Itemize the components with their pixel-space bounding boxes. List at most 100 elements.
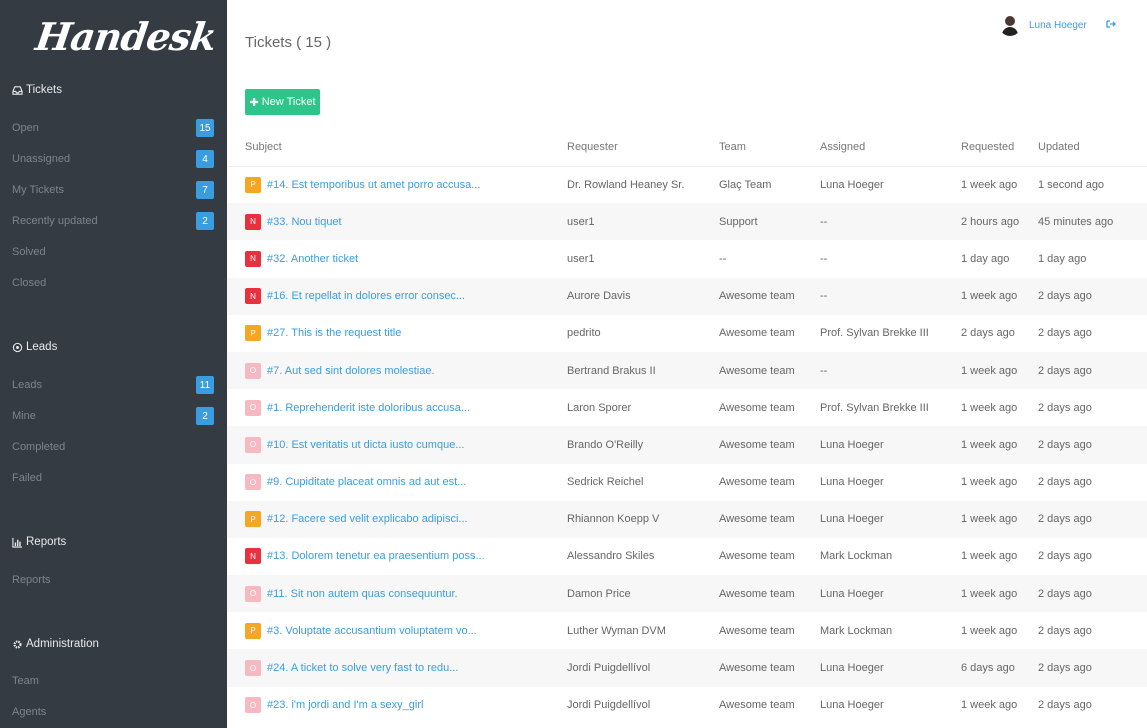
count-badge: 2 (196, 212, 214, 230)
new-ticket-label: New Ticket (261, 96, 316, 108)
sidebar-item-leads[interactable]: Leads 11 (12, 375, 214, 395)
table-row[interactable]: N #32. Another ticket user1 -- -- 1 day ago 1 … (227, 240, 1147, 277)
column-header[interactable]: Requester (567, 128, 719, 167)
assigned-cell: Prof. Sylvan Brekke III (820, 327, 929, 340)
ticket-link[interactable]: #10. Est veritatis ut dicta iusto cumque… (267, 439, 464, 451)
requested-cell: 1 week ago (961, 476, 1018, 489)
sidebar: Handesk Tickets Open 15 Unassigned 4 My Ti… (0, 0, 227, 728)
team-cell: Awesome team (719, 649, 820, 687)
sidebar-item-open[interactable]: Open 15 (12, 118, 214, 138)
table-row[interactable]: O #24. A ticket to solve very fast to red… (227, 649, 1147, 687)
ticket-link[interactable]: #7. Aut sed sint dolores molestiae. (267, 365, 435, 377)
sidebar-item-failed[interactable]: Failed (12, 468, 214, 488)
ticket-link[interactable]: #24. A ticket to solve very fast to redu… (267, 662, 458, 674)
ticket-link[interactable]: #16. Et repellat in dolores error consec… (267, 290, 465, 302)
count-badge: 4 (196, 150, 214, 168)
ticket-link[interactable]: #23. i'm jordi and I'm a sexy_girl (267, 699, 423, 711)
ticket-link[interactable]: #3. Voluptate accusantium voluptatem vo.… (267, 625, 477, 637)
sidebar-section-reports: Reports (12, 536, 66, 548)
section-title: Tickets (26, 84, 62, 96)
assigned-cell: Luna Hoeger (820, 649, 961, 687)
updated-cell: 45 minutes ago (1038, 203, 1147, 241)
table-row[interactable]: O #1. Reprehenderit iste doloribus accusa… (227, 389, 1147, 426)
table-row[interactable]: N #13. Dolorem tenetur ea praesentium pos… (227, 538, 1147, 575)
new-ticket-button[interactable]: ✚ New Ticket (245, 89, 320, 115)
sidebar-section-administration: Administration (12, 638, 99, 650)
sidebar-item-unassigned[interactable]: Unassigned 4 (12, 149, 214, 169)
requested-cell: 1 week ago (961, 351, 1038, 390)
tickets-table: Subject Requester Team Assigned Requeste… (227, 128, 1147, 724)
ticket-link[interactable]: #14. Est temporibus ut amet porro accusa… (267, 179, 480, 191)
sidebar-item-label: Leads (12, 379, 42, 391)
app-logo[interactable]: Handesk (33, 14, 219, 64)
column-header[interactable]: Requested (961, 128, 1038, 167)
table-row[interactable]: N #16. Et repellat in dolores error conse… (227, 277, 1147, 315)
table-row[interactable]: P #27. This is the request title pedrito Aw… (227, 315, 1147, 352)
ticket-link[interactable]: #9. Cupiditate placeat omnis ad aut est.… (267, 476, 466, 488)
team-cell: Awesome team (719, 624, 795, 637)
column-header[interactable]: Updated (1038, 128, 1147, 167)
table-row[interactable]: O #23. i'm jordi and I'm a sexy_girl Jordi… (227, 687, 1147, 724)
sidebar-section-leads: Leads (12, 341, 57, 353)
column-header[interactable]: Assigned (820, 128, 961, 167)
sidebar-item-completed[interactable]: Completed (12, 437, 214, 457)
sidebar-item-my-tickets[interactable]: My Tickets 7 (12, 180, 214, 200)
subject: P #3. Voluptate accusantium voluptatem vo… (245, 622, 567, 639)
logout-icon[interactable] (1106, 19, 1116, 32)
team-cell: Awesome team (719, 351, 820, 390)
requested-cell: 1 week ago (961, 401, 1018, 414)
team-cell: Awesome team (719, 401, 795, 414)
subject-cell: O #11. Sit non autem quas consequuntur. (227, 575, 567, 613)
user-name[interactable]: Luna Hoeger (1029, 20, 1087, 31)
ticket-link[interactable]: #11. Sit non autem quas consequuntur. (267, 588, 458, 600)
sidebar-item-recently-updated[interactable]: Recently updated 2 (12, 211, 214, 231)
subject: N #32. Another ticket (245, 250, 567, 267)
ticket-link[interactable]: #32. Another ticket (267, 253, 358, 265)
table-row[interactable]: P #12. Facere sed velit explicabo adipisc… (227, 500, 1147, 538)
gear-icon (13, 639, 22, 649)
updated-cell: 2 days ago (1038, 476, 1092, 489)
subject: N #33. Nou tiquet (245, 213, 567, 230)
ticket-link[interactable]: #27. This is the request title (267, 327, 401, 339)
status-tag: O (245, 399, 261, 416)
ticket-link[interactable]: #12. Facere sed velit explicabo adipisci… (267, 513, 468, 525)
plus-icon: ✚ (249, 96, 259, 109)
avatar (999, 14, 1021, 36)
requester-cell: user1 (567, 203, 719, 241)
table-row[interactable]: N #33. Nou tiquet user1 Support -- 2 hours ag… (227, 203, 1147, 241)
requester-cell: Dr. Rowland Heaney Sr. (567, 178, 685, 191)
table-row[interactable]: O #7. Aut sed sint dolores molestiae. Bert… (227, 351, 1147, 390)
user-menu[interactable]: Luna Hoeger (999, 14, 1087, 36)
table-row[interactable]: P #3. Voluptate accusantium voluptatem vo… (227, 612, 1147, 649)
sidebar-item-mine[interactable]: Mine 2 (12, 406, 214, 426)
subject-cell: O #7. Aut sed sint dolores molestiae. (227, 351, 567, 390)
sidebar-item-team[interactable]: Team (12, 671, 214, 691)
table-row[interactable]: P #14. Est temporibus ut amet porro accus… (227, 166, 1147, 203)
column-header[interactable]: Subject (227, 128, 567, 167)
ticket-link[interactable]: #33. Nou tiquet (267, 216, 342, 228)
status-tag: N (245, 288, 261, 305)
sidebar-item-reports[interactable]: Reports (12, 570, 214, 590)
table-header-row: Subject Requester Team Assigned Requeste… (227, 128, 1147, 167)
team-cell: Awesome team (719, 575, 820, 613)
main-content: Tickets ( 15 ) Luna Hoeger ✚ New Ticket … (227, 0, 1147, 728)
subject-cell: P #14. Est temporibus ut amet porro accus… (227, 166, 567, 203)
subject-cell: P #27. This is the request title (227, 315, 567, 352)
assigned-cell: Luna Hoeger (820, 575, 961, 613)
assigned-cell: -- (820, 252, 828, 265)
ticket-link[interactable]: #1. Reprehenderit iste doloribus accusa.… (267, 402, 470, 414)
sidebar-item-agents[interactable]: Agents (12, 702, 214, 722)
table-row[interactable]: O #11. Sit non autem quas consequuntur. Da… (227, 575, 1147, 613)
assigned-cell: Prof. Sylvan Brekke III (820, 401, 929, 414)
table-row[interactable]: O #9. Cupiditate placeat omnis ad aut est… (227, 464, 1147, 501)
sidebar-item-label: Recently updated (12, 215, 98, 227)
column-header[interactable]: Team (719, 128, 820, 167)
sidebar-item-closed[interactable]: Closed (12, 273, 214, 293)
sidebar-item-label: Team (12, 675, 39, 687)
team-cell: Awesome team (719, 277, 820, 315)
assigned-cell: Luna Hoeger (820, 476, 884, 489)
status-tag: O (245, 362, 261, 379)
table-row[interactable]: O #10. Est veritatis ut dicta iusto cumqu… (227, 426, 1147, 464)
ticket-link[interactable]: #13. Dolorem tenetur ea praesentium poss… (267, 550, 485, 562)
sidebar-item-solved[interactable]: Solved (12, 242, 214, 262)
